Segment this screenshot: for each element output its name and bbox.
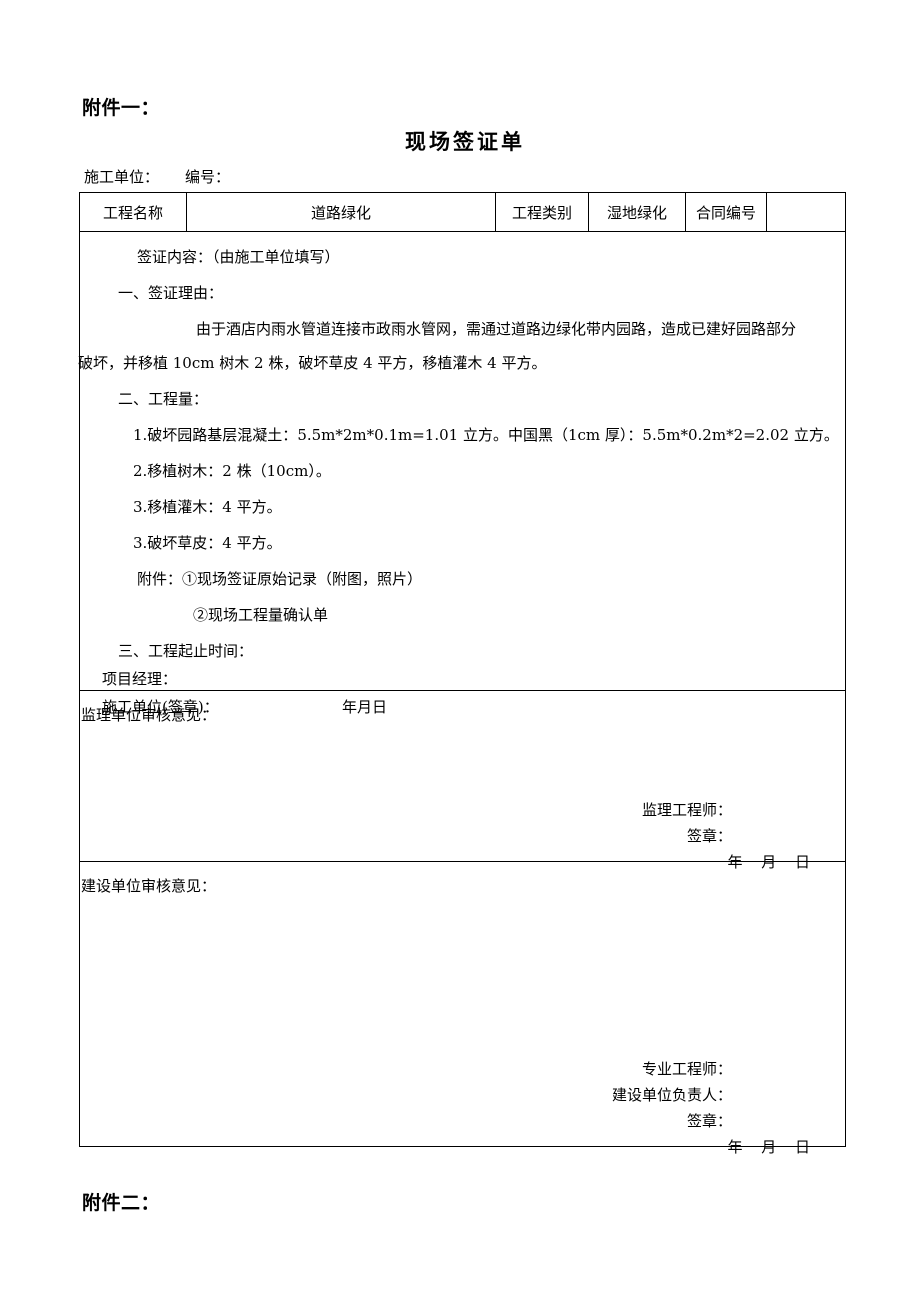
project-manager-label: 项目经理： <box>102 670 178 688</box>
quantity-item-4: 3.破坏草皮：4 平方。 <box>133 534 282 552</box>
project-name-label-cell: 工程名称 <box>79 192 187 232</box>
certification-content-cell[interactable]: 签证内容：（由施工单位填写） 一、签证理由： 由于酒店内雨水管道连接市政雨水管网… <box>78 231 846 715</box>
reason-paragraph-line-1: 由于酒店内雨水管道连接市政雨水管网，需通过道路边绿化带内园路，造成已建好园路部分 <box>196 320 797 338</box>
table-row-header: 工程名称 道路绿化 工程类别 湿地绿化 合同编号 <box>79 192 846 232</box>
owner-seal-label: 签章： <box>686 1112 732 1130</box>
owner-professional-engineer-label: 专业工程师： <box>641 1060 732 1078</box>
quantity-item-1: 1.破坏园路基层混凝土：5.5m*2m*0.1m=1.01 立方。中国黑（1cm… <box>133 426 839 444</box>
section-two-title: 二、工程量： <box>118 390 209 408</box>
quantity-item-2: 2.移植树木：2 株（10cm）。 <box>133 462 331 480</box>
reason-paragraph-line-2: 破坏，并移植 10cm 树木 2 株，破坏草皮 4 平方，移植灌木 4 平方。 <box>78 354 547 372</box>
construction-unit-label: 施工单位： <box>84 168 160 186</box>
supervision-review-title: 监理单位审核意见： <box>81 706 217 724</box>
content-intro: 签证内容：（由施工单位填写） <box>137 248 340 266</box>
signature-form-table: 工程名称 道路绿化 工程类别 湿地绿化 合同编号 签证内容：（由施工单位填写） … <box>78 192 846 1156</box>
document-page: 附件一： 现场签证单 施工单位： 编号： 工程名称 道路绿化 工程类别 湿地绿化 … <box>0 0 920 1302</box>
owner-review-title: 建设单位审核意见： <box>81 877 217 895</box>
contract-number-label-cell: 合同编号 <box>685 192 767 232</box>
table-row-supervision: 监理单位审核意见： 监理工程师： 签章： 年 月 日 <box>79 690 846 871</box>
project-type-label-cell: 工程类别 <box>495 192 589 232</box>
section-one-title: 一、签证理由： <box>118 284 224 302</box>
attachment-list-line-2: ②现场工程量确认单 <box>193 606 329 624</box>
attachment-one-label: 附件一： <box>82 97 161 119</box>
attachment-two-label: 附件二： <box>82 1192 161 1214</box>
quantity-item-3: 3.移植灌木：4 平方。 <box>133 498 282 516</box>
owner-unit-head-label: 建设单位负责人： <box>611 1086 732 1104</box>
section-three-title: 三、工程起止时间： <box>118 642 254 660</box>
supervision-review-cell[interactable]: 监理单位审核意见： 监理工程师： 签章： 年 月 日 <box>79 690 846 871</box>
construction-unit-line: 施工单位： 编号： <box>84 166 230 187</box>
owner-date-label: 年 月 日 <box>727 1138 817 1156</box>
supervision-engineer-label: 监理工程师： <box>641 801 732 819</box>
supervision-seal-label: 签章： <box>686 827 732 845</box>
page-title: 现场签证单 <box>405 129 525 154</box>
owner-review-cell[interactable]: 建设单位审核意见： 专业工程师： 建设单位负责人： 签章： 年 月 日 <box>79 861 846 1156</box>
attachment-list-line-1: 附件：①现场签证原始记录（附图，照片） <box>137 570 423 588</box>
table-row-content: 签证内容：（由施工单位填写） 一、签证理由： 由于酒店内雨水管道连接市政雨水管网… <box>78 231 846 715</box>
project-type-value-cell[interactable]: 湿地绿化 <box>588 192 686 232</box>
table-row-owner: 建设单位审核意见： 专业工程师： 建设单位负责人： 签章： 年 月 日 <box>79 861 846 1156</box>
serial-number-label: 编号： <box>185 168 231 186</box>
project-name-value-cell[interactable]: 道路绿化 <box>186 192 496 232</box>
contract-number-value-cell[interactable] <box>766 192 846 232</box>
